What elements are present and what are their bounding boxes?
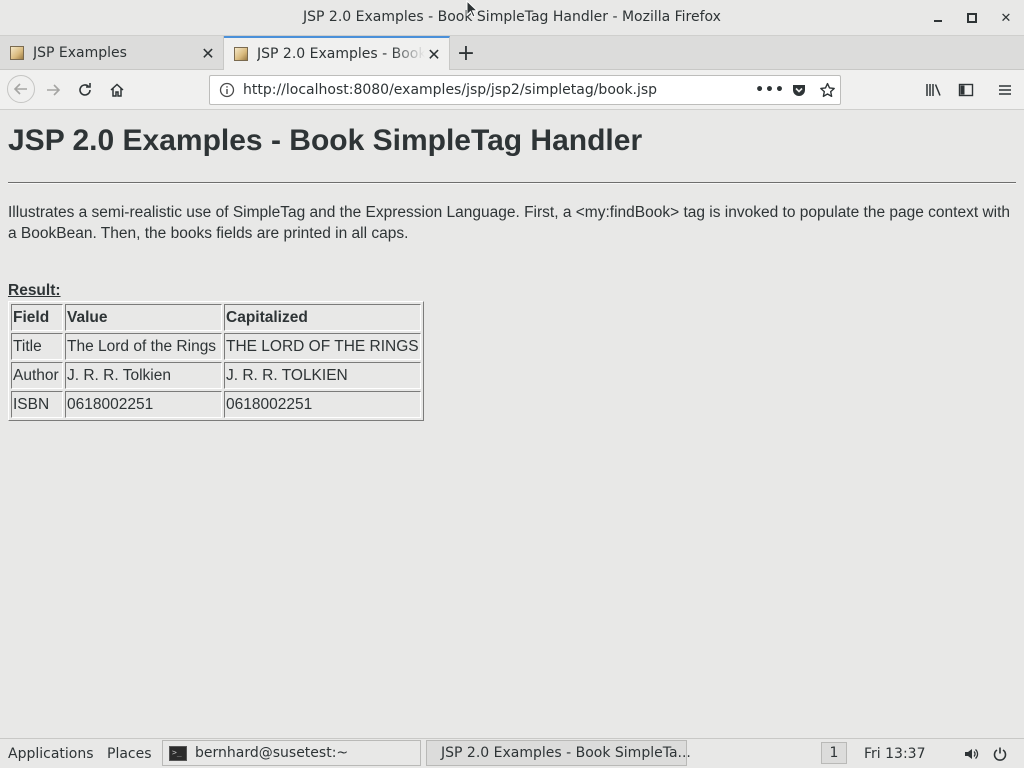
minimize-icon[interactable] (928, 8, 948, 28)
taskbar-window-label: JSP 2.0 Examples - Book SimpleTa... (441, 745, 691, 761)
page-description: Illustrates a semi-realistic use of Simp… (8, 204, 1011, 242)
table-row: Title The Lord of the Rings THE LORD OF … (11, 333, 421, 360)
new-tab-icon[interactable]: + (455, 36, 477, 70)
tab-close-icon[interactable]: ✕ (199, 44, 217, 63)
table-cell: Author (11, 362, 63, 389)
table-cell: J. R. R. TOLKIEN (224, 362, 421, 389)
taskbar-window-firefox[interactable]: JSP 2.0 Examples - Book SimpleTa... (426, 740, 691, 766)
workspace-switcher[interactable]: 1 (821, 742, 847, 764)
tab-jsp-examples[interactable]: JSP Examples ✕ (0, 36, 224, 70)
window-title: JSP 2.0 Examples - Book SimpleTag Handle… (303, 9, 721, 25)
forward-arrow-icon[interactable] (41, 78, 65, 102)
home-icon[interactable] (105, 78, 129, 102)
hamburger-menu-icon[interactable] (993, 78, 1017, 102)
tab-book-simpletag[interactable]: JSP 2.0 Examples - Book SimpleTag Handle… (224, 36, 450, 70)
tab-label: JSP 2.0 Examples - Book SimpleTag Handle… (257, 46, 425, 62)
url-text[interactable]: http://localhost:8080/examples/jsp/jsp2/… (243, 82, 657, 98)
table-cell: THE LORD OF THE RINGS (224, 333, 421, 360)
column-header: Capitalized (224, 304, 421, 331)
table-cell: 0618002251 (65, 391, 222, 418)
tab-close-icon[interactable]: ✕ (425, 45, 443, 64)
close-icon[interactable]: ✕ (996, 8, 1016, 28)
sidebar-icon[interactable] (954, 78, 978, 102)
column-header: Value (65, 304, 222, 331)
tab-label: JSP Examples (33, 45, 127, 61)
table-row: Author J. R. R. Tolkien J. R. R. TOLKIEN (11, 362, 421, 389)
tomcat-favicon-icon (234, 47, 248, 61)
desktop-taskbar: Applications Places >_ bernhard@susetest… (0, 738, 1024, 768)
library-icon[interactable] (922, 78, 946, 102)
star-icon[interactable] (817, 80, 837, 100)
table-cell: J. R. R. Tolkien (65, 362, 222, 389)
table-cell: Title (11, 333, 63, 360)
window-titlebar: JSP 2.0 Examples - Book SimpleTag Handle… (0, 0, 1024, 36)
table-row: ISBN 0618002251 0618002251 (11, 391, 421, 418)
table-header-row: Field Value Capitalized (11, 304, 421, 331)
pocket-icon[interactable] (789, 80, 809, 100)
places-menu[interactable]: Places (107, 739, 152, 768)
page-heading: JSP 2.0 Examples - Book SimpleTag Handle… (8, 124, 643, 157)
result-label: Result: (8, 282, 61, 299)
navigation-toolbar: http://localhost:8080/examples/jsp/jsp2/… (0, 70, 1024, 110)
clock[interactable]: Fri 13:37 (864, 739, 925, 768)
reload-icon[interactable] (73, 78, 97, 102)
taskbar-window-terminal[interactable]: >_ bernhard@susetest:~ (162, 740, 421, 766)
page-actions-icon[interactable]: ••• (755, 80, 784, 100)
result-table: Field Value Capitalized Title The Lord o… (8, 301, 424, 421)
page-content: JSP 2.0 Examples - Book SimpleTag Handle… (0, 110, 1024, 736)
column-header: Field (11, 304, 63, 331)
terminal-icon: >_ (169, 745, 187, 761)
back-arrow-icon[interactable] (7, 75, 35, 103)
table-cell: The Lord of the Rings (65, 333, 222, 360)
info-icon[interactable] (219, 82, 235, 98)
power-icon[interactable] (992, 739, 1008, 768)
horizontal-rule (8, 182, 1016, 184)
mouse-cursor-icon (466, 0, 479, 22)
applications-menu[interactable]: Applications (8, 739, 94, 768)
volume-icon[interactable] (963, 739, 979, 768)
table-cell: 0618002251 (224, 391, 421, 418)
tomcat-favicon-icon (10, 46, 24, 60)
url-bar[interactable]: http://localhost:8080/examples/jsp/jsp2/… (209, 75, 841, 105)
taskbar-window-label: bernhard@susetest:~ (195, 745, 349, 761)
table-cell: ISBN (11, 391, 63, 418)
maximize-icon[interactable] (962, 8, 982, 28)
tab-strip: JSP Examples ✕ JSP 2.0 Examples - Book S… (0, 36, 1024, 70)
